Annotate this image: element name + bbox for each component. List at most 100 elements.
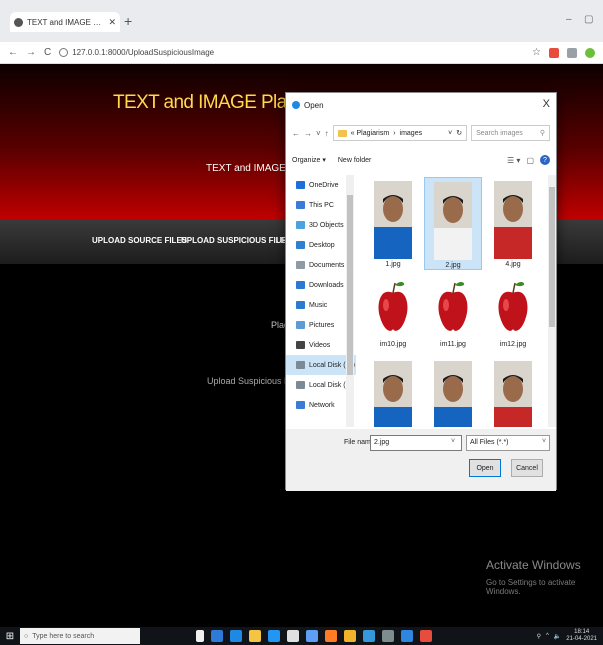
nav-upload-source[interactable]: UPLOAD SOURCE FILES xyxy=(92,236,187,245)
back-icon[interactable]: ← xyxy=(8,47,18,58)
file-item[interactable]: 2.jpg xyxy=(424,177,482,270)
dialog-titlebar[interactable]: Open xyxy=(286,93,556,117)
nav-item-icon xyxy=(296,401,305,409)
apple-thumbnail xyxy=(494,277,532,337)
store-icon[interactable] xyxy=(287,630,299,642)
portrait-thumbnail xyxy=(494,181,532,259)
star-icon[interactable]: ☆ xyxy=(532,47,541,58)
view-options-icon[interactable]: ☰ ▾ xyxy=(507,156,520,165)
nav-item-icon xyxy=(296,221,305,229)
forward-icon[interactable]: → xyxy=(26,47,36,58)
nav-item-icon xyxy=(296,381,305,389)
nav-upload-suspicious[interactable]: UPLOAD SUSPICIOUS FILE xyxy=(181,236,286,245)
file-item[interactable]: 1.jpg xyxy=(364,177,422,268)
nav-item-icon xyxy=(296,201,305,209)
nav-item-label: Pictures xyxy=(309,321,335,329)
clock-date: 21-04-2021 xyxy=(566,636,597,642)
chevron-down-icon[interactable]: ˅ xyxy=(451,438,455,445)
preview-pane-icon[interactable]: ▢ xyxy=(526,156,534,165)
file-item[interactable] xyxy=(424,357,482,427)
open-button[interactable]: Open xyxy=(469,459,501,477)
file-grid: 1.jpg 2.jpg 4.jpg im10.jpg im11.jpg im12.jpg xyxy=(358,175,548,427)
organize-menu[interactable]: Organize ▾ xyxy=(292,156,326,164)
restore-button[interactable]: ▢ xyxy=(584,14,593,25)
volume-icon[interactable]: 🔈 xyxy=(554,633,561,640)
cancel-button[interactable]: Cancel xyxy=(511,459,543,477)
refresh-icon[interactable]: ↻ xyxy=(456,129,462,137)
windows-start-icon[interactable]: ⊞ xyxy=(0,627,20,645)
breadcrumb-current[interactable]: images xyxy=(400,130,423,137)
app-icon[interactable] xyxy=(382,630,394,642)
chevron-up-icon[interactable]: ^ xyxy=(546,633,549,639)
edge-icon[interactable] xyxy=(230,630,242,642)
nav-item-label: This PC xyxy=(309,201,334,209)
nav-item-label: Desktop xyxy=(309,241,335,249)
file-item[interactable]: 4.jpg xyxy=(484,177,542,268)
scrollbar-thumb[interactable] xyxy=(549,187,555,327)
firefox-icon[interactable] xyxy=(325,630,337,642)
app-icon[interactable] xyxy=(363,630,375,642)
file-name-input[interactable]: 2.jpg xyxy=(370,435,462,451)
dialog-title: Open xyxy=(304,100,324,110)
profile-icon[interactable] xyxy=(585,47,595,58)
file-item[interactable]: im11.jpg xyxy=(424,267,482,348)
toolbar-right: ☰ ▾ ▢ ? xyxy=(507,155,550,165)
url-field[interactable]: 127.0.0.1:8000/UploadSuspiciousImage xyxy=(59,48,524,57)
mail-icon[interactable] xyxy=(306,630,318,642)
new-tab-button[interactable]: + xyxy=(124,13,132,29)
browser-tab[interactable]: TEXT and IMAGE Plagiarism Dete ✕ xyxy=(10,12,120,32)
file-item[interactable]: im12.jpg xyxy=(484,267,542,348)
path-breadcrumb[interactable]: « Plagiarism › images ˅ ↻ xyxy=(332,125,468,141)
close-icon[interactable]: X xyxy=(543,98,550,110)
nav-item-icon xyxy=(296,301,305,309)
favicon-icon xyxy=(14,17,23,27)
help-icon[interactable]: ? xyxy=(540,155,550,165)
people-icon[interactable]: ⚲ xyxy=(537,633,541,640)
chrome-icon[interactable] xyxy=(420,630,432,642)
nav-item-icon xyxy=(296,321,305,329)
back-icon[interactable]: ← xyxy=(292,129,300,138)
new-folder-button[interactable]: New folder xyxy=(338,157,371,164)
minimize-button[interactable]: – xyxy=(566,14,572,25)
chevron-down-icon[interactable]: ˅ xyxy=(542,438,546,445)
file-item[interactable] xyxy=(364,357,422,427)
task-view-icon[interactable] xyxy=(211,630,223,642)
breadcrumb-parent[interactable]: « Plagiarism xyxy=(351,130,390,137)
file-item[interactable] xyxy=(484,357,542,427)
ie-icon[interactable] xyxy=(268,630,280,642)
file-item[interactable]: im10.jpg xyxy=(364,267,422,348)
info-icon[interactable] xyxy=(59,48,69,57)
file-type-select[interactable]: All Files (*.*) xyxy=(466,435,550,451)
file-grid-scrollbar[interactable] xyxy=(548,175,556,427)
portrait-thumbnail xyxy=(434,182,472,260)
nav-pane-scrollbar[interactable] xyxy=(346,175,354,427)
scrollbar-thumb[interactable] xyxy=(347,195,353,375)
forward-icon[interactable]: → xyxy=(304,129,312,138)
activate-windows-subtitle: Go to Settings to activate Windows. xyxy=(486,578,576,596)
nav-item-icon xyxy=(296,241,305,249)
breadcrumb-separator-icon: › xyxy=(393,129,396,137)
chevron-down-icon[interactable]: ˅ xyxy=(316,129,321,138)
extension-icon[interactable] xyxy=(549,47,559,58)
extension-icon[interactable] xyxy=(567,47,577,58)
search-icon: ○ xyxy=(24,632,29,640)
folder-icon xyxy=(337,129,347,137)
tab-title: TEXT and IMAGE Plagiarism Dete xyxy=(27,17,105,27)
file-name: im12.jpg xyxy=(499,341,527,348)
chevron-down-icon[interactable]: ˅ xyxy=(448,130,452,137)
tab-close-icon[interactable]: ✕ xyxy=(108,17,116,28)
up-arrow-icon[interactable]: ↑ xyxy=(325,129,329,138)
extension-icons: ☆ xyxy=(532,47,595,58)
clock-time: 18:14 xyxy=(574,629,590,635)
file-explorer-icon[interactable] xyxy=(249,630,261,642)
taskbar-search[interactable]: ○ Type here to search xyxy=(20,628,140,644)
folder-app-icon[interactable] xyxy=(344,630,356,642)
dialog-address-row: ← → ˅ ↑ « Plagiarism › images ˅ ↻ Search… xyxy=(286,123,556,143)
mic-icon[interactable] xyxy=(196,630,204,642)
reload-icon[interactable]: C xyxy=(44,47,51,58)
portrait-thumbnail xyxy=(494,361,532,427)
search-images-input[interactable]: Search images ⚲ xyxy=(471,125,550,141)
clock[interactable]: 18:14 21-04-2021 xyxy=(566,629,597,643)
app-icon[interactable] xyxy=(401,630,413,642)
chrome-dialog-icon xyxy=(292,101,300,109)
